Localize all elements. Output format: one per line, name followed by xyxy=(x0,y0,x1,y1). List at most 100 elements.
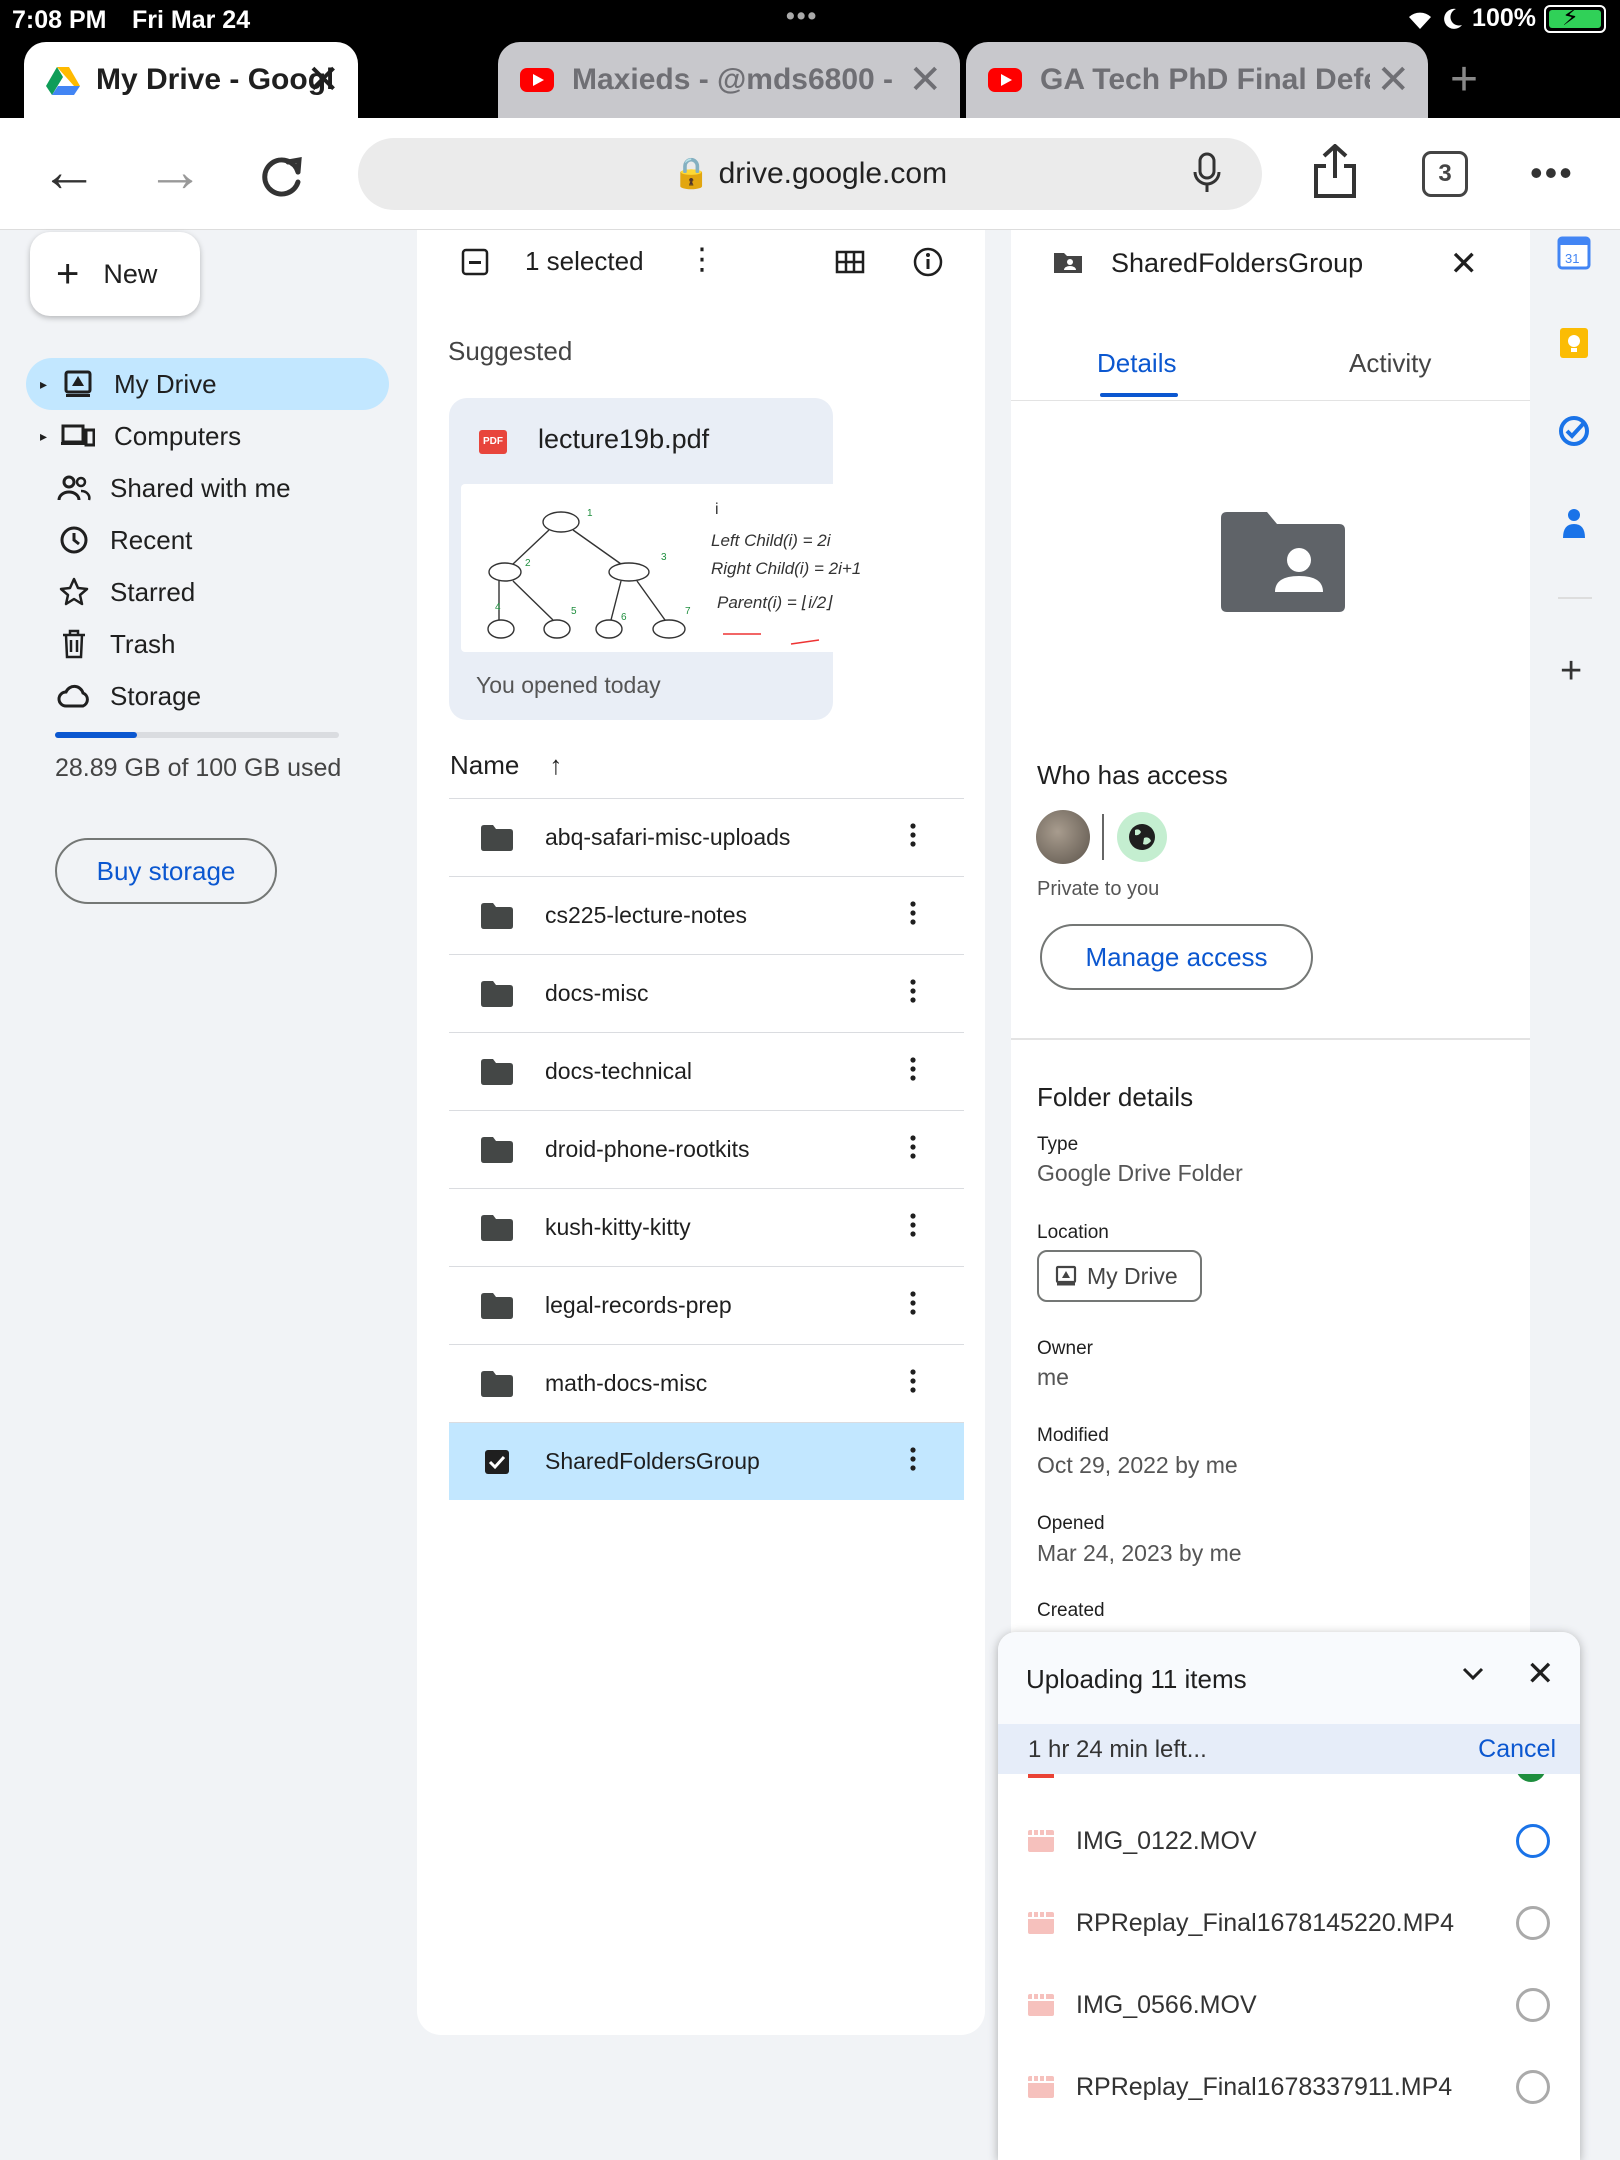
more-vert-icon[interactable] xyxy=(898,1368,928,1399)
details-title: SharedFoldersGroup xyxy=(1111,248,1364,278)
video-file-icon xyxy=(1028,2076,1054,2098)
get-add-ons-icon[interactable]: + xyxy=(1560,650,1582,693)
address-bar[interactable]: 🔒 drive.google.com xyxy=(358,138,1262,210)
keep-icon[interactable] xyxy=(1557,326,1591,360)
buy-storage-button[interactable]: Buy storage xyxy=(55,838,277,904)
status-date: Fri Mar 24 xyxy=(132,6,251,34)
globe-icon[interactable] xyxy=(1117,812,1167,862)
browser-tab-youtube-2[interactable]: GA Tech PhD Final Defer ✕ xyxy=(966,42,1428,118)
upload-item[interactable]: IMG_0566.MOV xyxy=(998,1964,1580,2046)
more-vert-icon[interactable] xyxy=(898,1446,928,1477)
file-row[interactable]: SharedFoldersGroup xyxy=(449,1422,964,1500)
expand-caret-icon[interactable]: ▸ xyxy=(40,376,54,393)
sidebar-item-starred[interactable]: Starred xyxy=(26,566,389,618)
suggested-label: Suggested xyxy=(448,336,573,366)
storage-usage-text: 28.89 GB of 100 GB used xyxy=(55,754,342,782)
more-vert-icon[interactable] xyxy=(898,1290,928,1321)
sidebar-item-storage[interactable]: Storage xyxy=(26,670,389,722)
details-header: SharedFoldersGroup ✕ xyxy=(1011,230,1530,294)
file-row[interactable]: math-docs-misc xyxy=(449,1344,964,1422)
battery-icon: ⚡ xyxy=(1544,4,1606,33)
tab-details[interactable]: Details xyxy=(1097,348,1176,379)
sidebar-item-shared-with-me[interactable]: Shared with me xyxy=(26,462,389,514)
upload-header: Uploading 11 items ✕ xyxy=(998,1632,1580,1724)
browser-tab-youtube-1[interactable]: Maxieds - @mds6800 - ✕ xyxy=(498,42,960,118)
rail-divider xyxy=(1558,597,1592,599)
upload-time-left: 1 hr 24 min left... xyxy=(1028,1736,1207,1763)
new-button-label: New xyxy=(103,258,158,289)
multitasking-dots-icon[interactable]: ••• xyxy=(786,2,818,31)
chevron-down-icon[interactable] xyxy=(1458,1658,1488,1688)
microphone-icon[interactable] xyxy=(1192,152,1222,196)
file-row[interactable]: abq-safari-misc-uploads xyxy=(449,798,964,876)
contacts-icon[interactable] xyxy=(1557,506,1591,540)
close-details-icon[interactable]: ✕ xyxy=(1450,244,1479,284)
manage-access-button[interactable]: Manage access xyxy=(1040,924,1313,990)
new-button[interactable]: + New xyxy=(30,232,200,316)
share-icon[interactable] xyxy=(1312,144,1358,200)
back-arrow-icon[interactable]: ← xyxy=(40,138,98,205)
modified-label: Modified xyxy=(1037,1425,1109,1446)
sidebar-item-trash[interactable]: Trash xyxy=(26,618,389,670)
tab-count-button[interactable]: 3 xyxy=(1422,151,1468,197)
tasks-icon[interactable] xyxy=(1557,414,1591,448)
more-vert-icon[interactable] xyxy=(898,978,928,1009)
more-vert-icon[interactable] xyxy=(898,1212,928,1243)
forward-arrow-icon[interactable]: → xyxy=(146,138,204,205)
upload-file-name: IMG_0122.MOV xyxy=(1076,1826,1257,1855)
file-row[interactable]: docs-misc xyxy=(449,954,964,1032)
close-tab-icon[interactable]: ✕ xyxy=(908,57,942,103)
folder-icon xyxy=(479,1214,515,1242)
location-chip[interactable]: My Drive xyxy=(1037,1250,1202,1302)
more-vert-icon[interactable] xyxy=(898,822,928,853)
my-drive-icon xyxy=(1055,1265,1077,1287)
file-row[interactable]: droid-phone-rootkits xyxy=(449,1110,964,1188)
grid-view-icon[interactable] xyxy=(835,250,865,274)
video-file-icon xyxy=(1028,1994,1054,2016)
sort-label: Name xyxy=(450,750,520,780)
expand-caret-icon[interactable]: ▸ xyxy=(40,428,54,445)
file-name: droid-phone-rootkits xyxy=(545,1136,750,1162)
more-vert-icon[interactable] xyxy=(898,1134,928,1165)
file-row[interactable]: cs225-lecture-notes xyxy=(449,876,964,954)
browser-tab-title: GA Tech PhD Final Defer xyxy=(1040,63,1370,96)
clock-icon xyxy=(54,525,94,555)
who-has-access-label: Who has access xyxy=(1037,760,1228,790)
sidebar-item-my-drive[interactable]: ▸ My Drive xyxy=(26,358,389,410)
file-row[interactable]: legal-records-prep xyxy=(449,1266,964,1344)
more-vert-icon[interactable] xyxy=(898,1056,928,1087)
tab-divider xyxy=(1011,400,1530,401)
sidebar-item-label: Trash xyxy=(110,628,176,659)
folder-details-heading: Folder details xyxy=(1037,1082,1194,1112)
selection-toolbar: 1 selected ⋮ xyxy=(417,230,985,294)
close-tab-icon[interactable]: ✕ xyxy=(306,57,340,103)
sidebar-item-recent[interactable]: Recent xyxy=(26,514,389,566)
checkbox-checked-icon[interactable] xyxy=(479,1449,515,1475)
google-drive-icon xyxy=(46,67,80,95)
close-tab-icon[interactable]: ✕ xyxy=(1376,57,1410,103)
tab-activity[interactable]: Activity xyxy=(1349,348,1431,379)
cancel-upload-button[interactable]: Cancel xyxy=(1478,1735,1556,1764)
upload-item[interactable]: RPReplay_Final1678145220.MP4 xyxy=(998,1882,1580,1964)
user-avatar[interactable] xyxy=(1036,810,1090,864)
more-vert-icon[interactable] xyxy=(898,900,928,931)
info-icon[interactable] xyxy=(912,246,944,278)
more-options-icon[interactable]: ••• xyxy=(1530,152,1574,194)
file-row[interactable]: kush-kitty-kitty xyxy=(449,1188,964,1266)
close-upload-icon[interactable]: ✕ xyxy=(1526,1654,1555,1694)
calendar-icon[interactable]: 31 xyxy=(1557,236,1591,270)
upload-item[interactable]: RPReplay_Final1678337911.MP4 xyxy=(998,2046,1580,2128)
type-label: Type xyxy=(1037,1134,1079,1155)
sidebar-item-computers[interactable]: ▸ Computers xyxy=(26,410,389,462)
arrow-up-icon[interactable]: ↑ xyxy=(549,750,562,780)
deselect-icon[interactable] xyxy=(461,248,489,276)
file-row[interactable]: docs-technical xyxy=(449,1032,964,1110)
upload-item[interactable]: IMG_0122.MOV xyxy=(998,1800,1580,1882)
sort-by-name-header[interactable]: Name ↑ xyxy=(450,750,562,781)
modified-value: Oct 29, 2022 by me xyxy=(1037,1452,1238,1478)
more-actions-icon[interactable]: ⋮ xyxy=(687,242,717,277)
new-tab-icon[interactable]: + xyxy=(1450,52,1478,107)
suggested-file-card[interactable]: PDF lecture19b.pdf i Left Child(i) = 2i … xyxy=(449,398,921,720)
browser-tab-drive[interactable]: My Drive - Google Drive ✕ xyxy=(24,42,358,118)
reload-icon[interactable] xyxy=(258,152,306,200)
